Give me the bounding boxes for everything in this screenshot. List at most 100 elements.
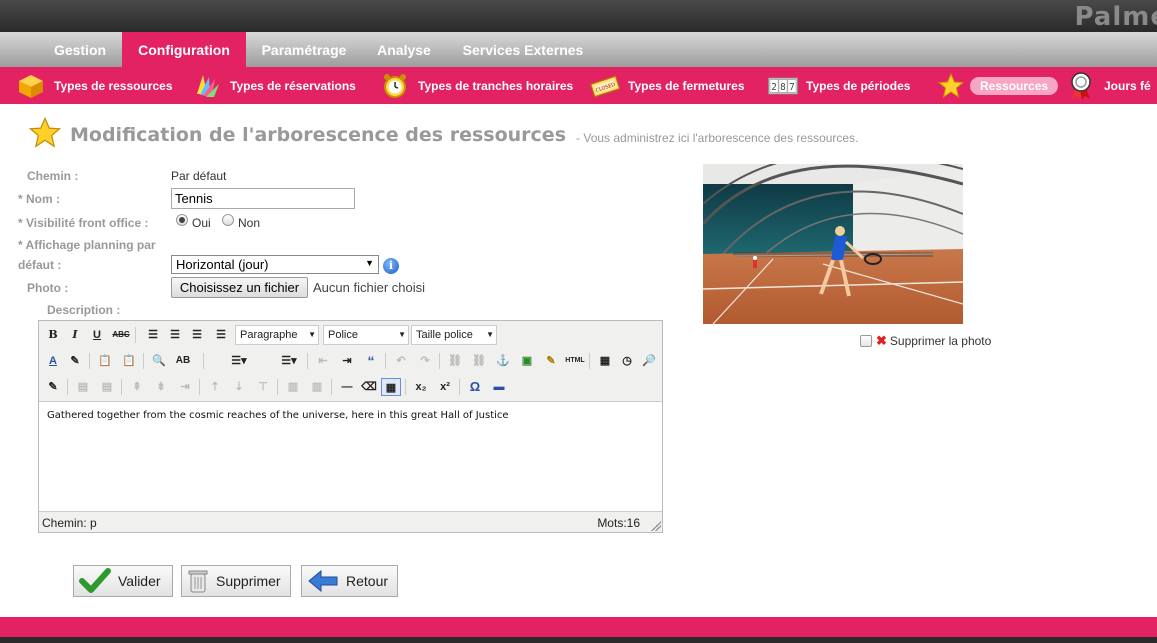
toolbar-divider	[459, 379, 460, 395]
outdent-icon[interactable]: ⇤	[313, 352, 333, 370]
tab-gestion[interactable]: Gestion	[40, 32, 120, 67]
editor-content[interactable]: Gathered together from the cosmic reache…	[39, 401, 662, 512]
numbered-list-icon[interactable]: ☰▾	[275, 352, 303, 370]
unlink-icon[interactable]: ⛓	[469, 352, 489, 370]
editor-status-path: Chemin: p	[42, 516, 97, 530]
delete-button[interactable]: Supprimer	[181, 565, 291, 597]
underline-button[interactable]: U	[87, 326, 107, 344]
align-left-icon[interactable]: ☰	[143, 326, 163, 344]
remove-format-icon[interactable]: ⌫	[359, 378, 379, 396]
validate-button[interactable]: Valider	[73, 565, 173, 597]
col-before-icon[interactable]: ⇡	[205, 378, 225, 396]
table-cell-props-icon[interactable]: ▤	[97, 378, 117, 396]
row-before-icon[interactable]: ⇞	[127, 378, 147, 396]
visual-aid-icon[interactable]: ✎	[43, 378, 63, 396]
info-icon[interactable]: i	[383, 258, 399, 274]
main-nav: Gestion Configuration Paramétrage Analys…	[0, 32, 1157, 67]
palette-icon	[192, 71, 222, 101]
trash-icon	[186, 566, 210, 596]
undo-icon[interactable]: ↶	[391, 352, 411, 370]
paste-word-icon[interactable]: 📋	[119, 352, 139, 370]
cleanup-icon[interactable]: ✎	[541, 352, 561, 370]
resize-grip-icon[interactable]	[651, 521, 661, 531]
insert-date-icon[interactable]: ▦	[595, 352, 615, 370]
affichage-select[interactable]: Horizontal (jour) ▼	[171, 255, 379, 274]
delete-photo-label: Supprimer la photo	[889, 334, 992, 348]
delete-photo-checkbox[interactable]	[860, 335, 872, 347]
redo-icon[interactable]: ↷	[415, 352, 435, 370]
subscript-button[interactable]: x₂	[411, 378, 431, 396]
chemin-label: Chemin :	[27, 169, 79, 183]
merge-cells-icon[interactable]: ▥	[307, 378, 327, 396]
row-after-icon[interactable]: ⇟	[151, 378, 171, 396]
subnav-item-types-periodes[interactable]: 287 Types de périodes	[768, 67, 910, 104]
toolbar-divider	[307, 353, 308, 369]
italic-button[interactable]: I	[65, 326, 85, 344]
page-header: Modification de l'arborescence des resso…	[28, 116, 858, 153]
link-icon[interactable]: ⛓	[445, 352, 465, 370]
visibilite-oui-radio[interactable]	[176, 214, 188, 226]
font-size-select[interactable]: Taille police ▼	[411, 325, 497, 345]
superscript-button[interactable]: x²	[435, 378, 455, 396]
nom-input[interactable]	[171, 188, 355, 209]
toolbar-divider	[589, 353, 590, 369]
insert-time-icon[interactable]: ◷	[617, 352, 637, 370]
toolbar-divider	[331, 379, 332, 395]
align-right-icon[interactable]: ☰	[187, 326, 207, 344]
subnav-item-types-ressources[interactable]: Types de ressources	[16, 67, 173, 104]
box-icon	[16, 71, 46, 101]
font-select[interactable]: Police ▼	[323, 325, 409, 345]
align-justify-icon[interactable]: ☰	[211, 326, 231, 344]
paste-icon[interactable]: 📋	[95, 352, 115, 370]
table-icon[interactable]: ▦	[381, 378, 401, 396]
toolbar-divider	[199, 379, 200, 395]
number-counter-icon: 287	[768, 71, 798, 101]
tab-services-externes[interactable]: Services Externes	[452, 32, 594, 67]
image-icon[interactable]: ▣	[517, 352, 537, 370]
checkmark-icon	[78, 566, 112, 596]
html-source-button[interactable]: HTML	[563, 352, 587, 370]
affichage-select-value: Horizontal (jour)	[176, 257, 269, 272]
affichage-label-line1: * Affichage planning par	[18, 238, 156, 252]
dropdown-arrow-icon: ▼	[365, 258, 374, 268]
delete-row-icon[interactable]: ⇥	[175, 378, 195, 396]
format-select[interactable]: Paragraphe ▼	[235, 325, 319, 345]
bold-button[interactable]: B	[43, 326, 63, 344]
description-editor: B I U ABC ☰ ☰ ☰ ☰ Paragraphe ▼ Police ▼ Ta…	[38, 320, 663, 533]
strikethrough-button[interactable]: ABC	[111, 326, 131, 344]
back-button[interactable]: Retour	[301, 565, 398, 597]
toolbar-divider	[439, 353, 440, 369]
bullet-list-icon[interactable]: ☰▾	[225, 352, 253, 370]
split-cells-icon[interactable]: ▥	[283, 378, 303, 396]
svg-text:2: 2	[771, 81, 777, 92]
tab-parametrage[interactable]: Paramétrage	[250, 32, 358, 67]
preview-icon[interactable]: 🔎	[639, 352, 659, 370]
insert-line-icon[interactable]: ▬	[489, 378, 509, 396]
choose-file-button[interactable]: Choisissez un fichier	[171, 277, 308, 298]
tab-analyse[interactable]: Analyse	[366, 32, 442, 67]
delete-col-icon[interactable]: ⊤	[253, 378, 273, 396]
visibilite-non-radio[interactable]	[222, 214, 234, 226]
star-icon	[28, 116, 62, 153]
find-icon[interactable]: 🔍	[149, 352, 169, 370]
subnav-item-ressources[interactable]: Ressources	[936, 67, 1059, 104]
subnav-item-jours-feries[interactable]: Jours fé	[1066, 67, 1151, 104]
text-style-icon[interactable]: A	[43, 352, 63, 370]
indent-icon[interactable]: ⇥	[337, 352, 357, 370]
subnav-item-types-fermetures[interactable]: CLOSED Types de fermetures	[590, 67, 745, 104]
subnav-item-types-reservations[interactable]: Types de réservations	[192, 67, 356, 104]
delete-x-icon: ✖	[876, 333, 887, 348]
align-center-icon[interactable]: ☰	[165, 326, 185, 344]
blockquote-icon[interactable]: “	[361, 352, 381, 370]
special-char-icon[interactable]: Ω	[465, 378, 485, 396]
col-after-icon[interactable]: ⇣	[229, 378, 249, 396]
anchor-icon[interactable]: ⚓	[493, 352, 513, 370]
edit-style-icon[interactable]: ✎	[65, 352, 85, 370]
table-row-props-icon[interactable]: ▤	[73, 378, 93, 396]
replace-icon[interactable]: AB	[173, 352, 193, 370]
subnav-item-types-tranches-horaires[interactable]: Types de tranches horaires	[380, 67, 573, 104]
chemin-value: Par défaut	[171, 169, 227, 183]
tab-configuration[interactable]: Configuration	[122, 32, 246, 67]
editor-toolbar-row-3: ✎ ▤ ▤ ⇞ ⇟ ⇥ ⇡ ⇣ ⊤ ▥ ▥ — ⌫ ▦ x₂ x² Ω ▬	[39, 374, 662, 400]
horizontal-rule-icon[interactable]: —	[337, 378, 357, 396]
